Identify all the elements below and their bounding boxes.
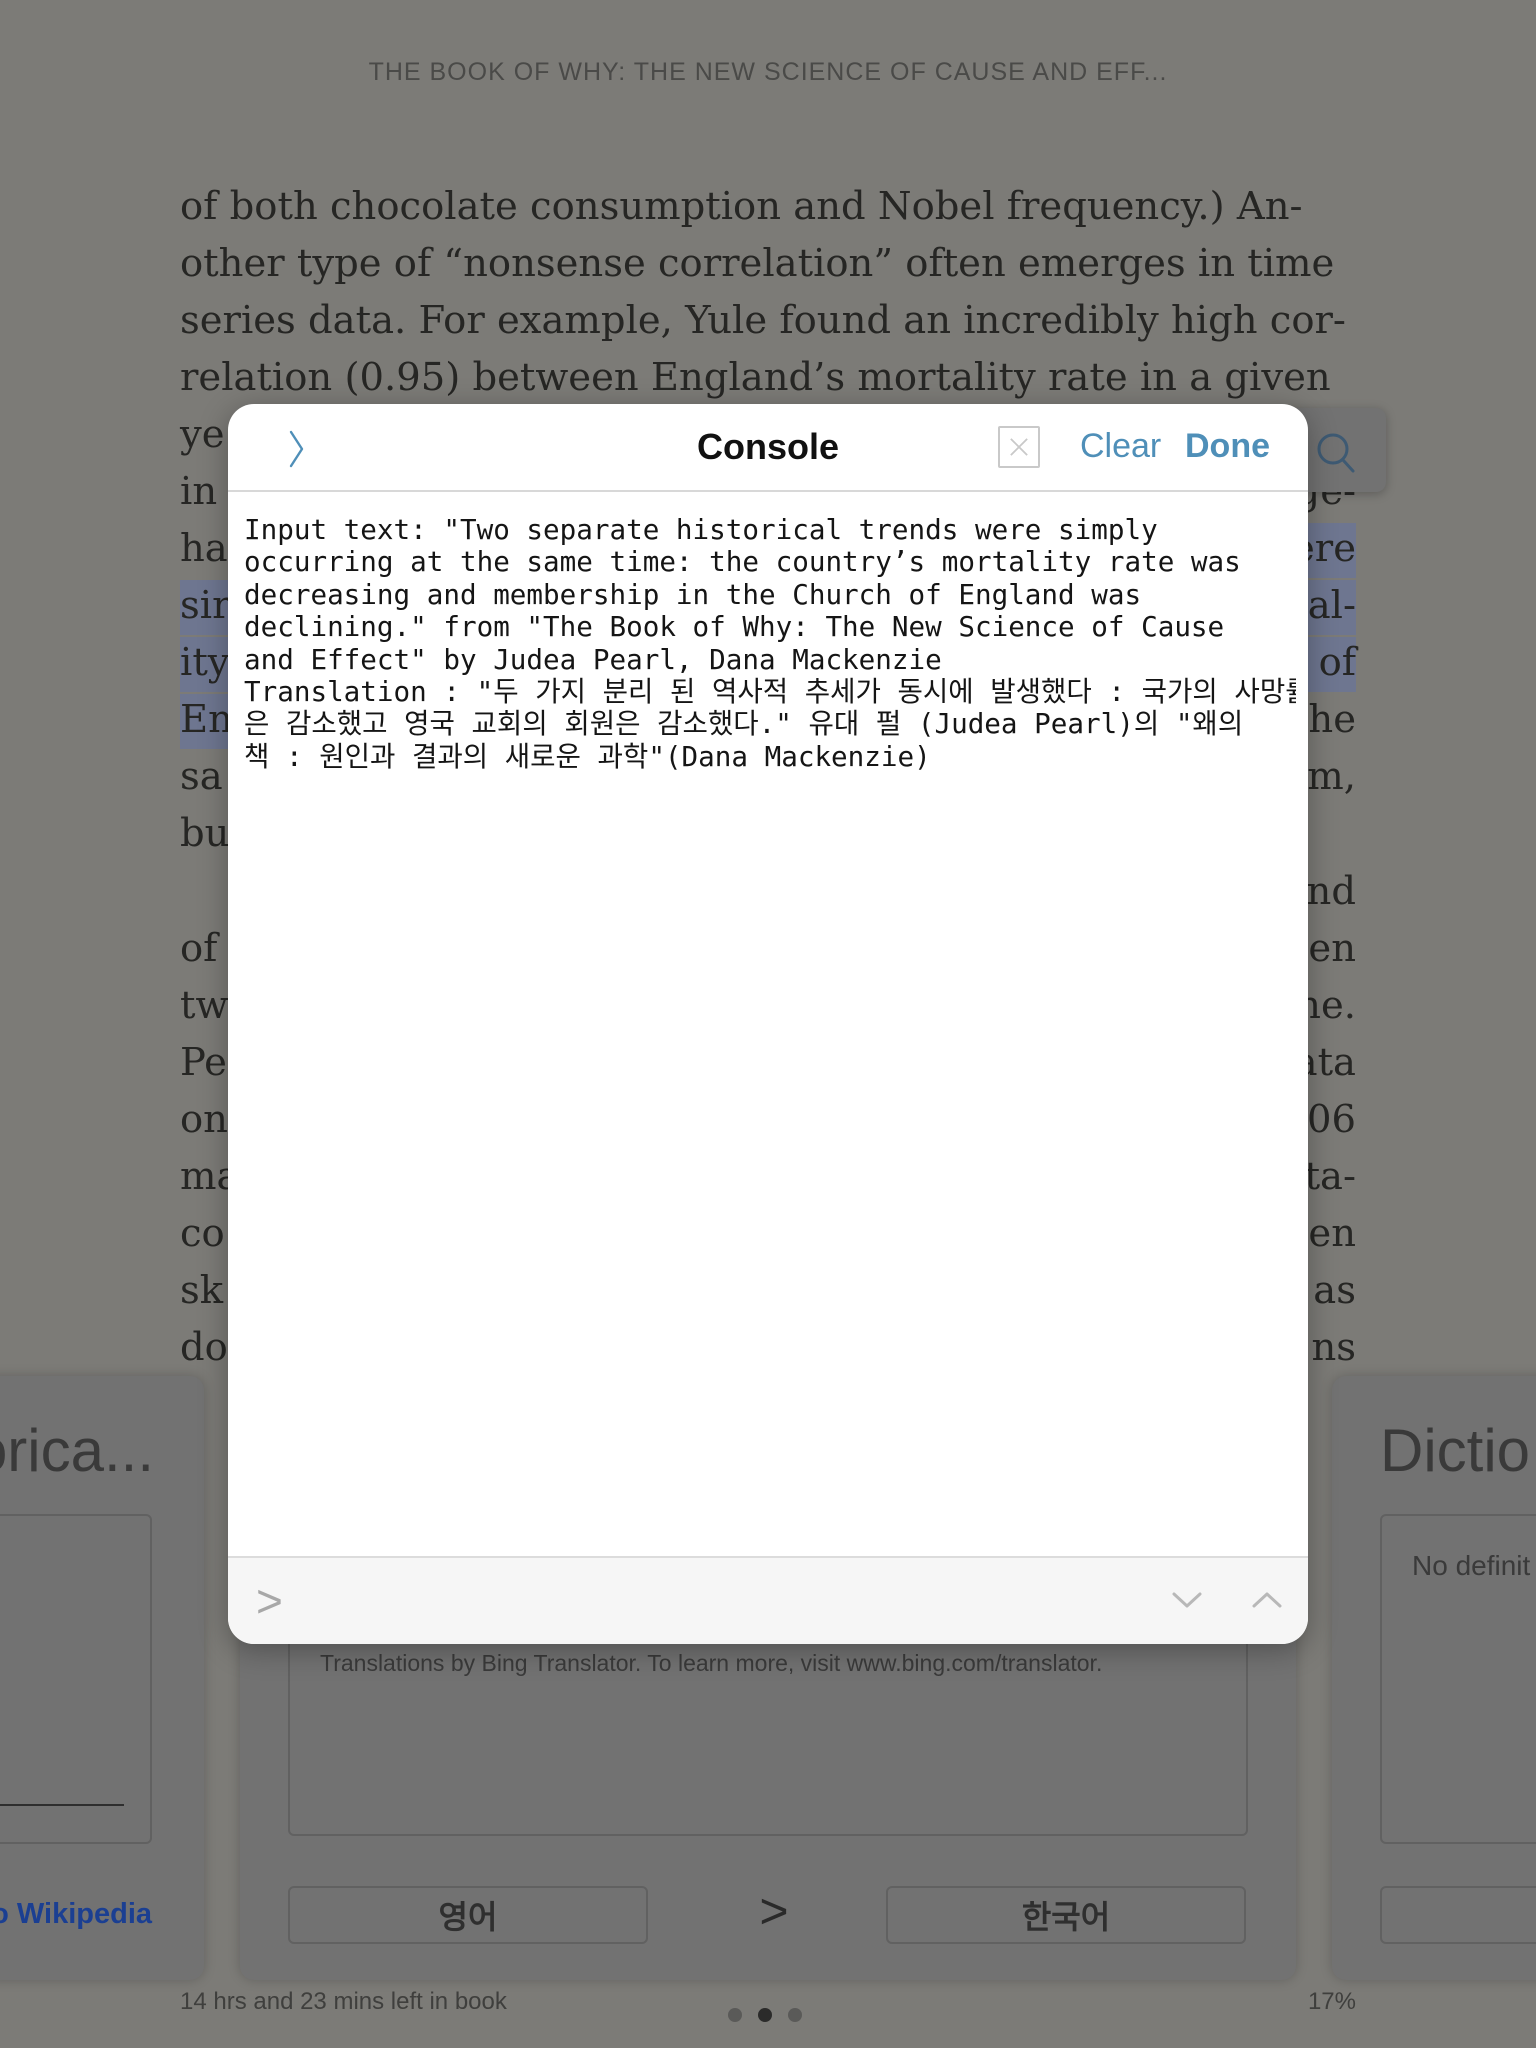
book-fragment: Pe [180, 1040, 227, 1085]
book-fragment: 06 [1307, 1097, 1356, 1142]
close-icon[interactable] [998, 426, 1040, 468]
book-fragment: al- [1307, 583, 1356, 628]
book-text-top: of both chocolate consumption and Nobel … [180, 178, 1356, 406]
console-output: Input text: "Two separate historical tre… [244, 514, 1296, 773]
book-fragment: en [1308, 926, 1356, 971]
book-line: series data. For example, Yule found an … [180, 298, 1346, 343]
book-fragment: of [1318, 640, 1356, 685]
book-fragment: ye [180, 412, 225, 457]
book-fragment: sk [180, 1268, 224, 1313]
book-fragment: ta- [1304, 1154, 1356, 1199]
divider [0, 1804, 124, 1806]
done-button[interactable]: Done [1185, 427, 1270, 466]
book-fragment: sa [180, 754, 223, 799]
book-fragment: he [1308, 697, 1356, 742]
translation-box: Translations by Bing Translator. To lear… [288, 1614, 1248, 1836]
book-title: THE BOOK OF WHY: THE NEW SCIENCE OF CAUS… [368, 58, 1168, 86]
chevron-down-icon[interactable] [1170, 1588, 1204, 1612]
book-line: other type of “nonsense correlation” oft… [180, 241, 1335, 286]
page-dot-active[interactable] [758, 2008, 772, 2022]
page-dot[interactable] [788, 2008, 802, 2022]
dictionary-card[interactable]: Dictio No definit [1332, 1376, 1536, 1980]
book-fragment: En [180, 697, 233, 742]
wikipedia-card[interactable]: orica... o Wikipedia [0, 1376, 204, 1980]
wikipedia-link[interactable]: o Wikipedia [0, 1898, 152, 1931]
source-language-button[interactable]: 영어 [288, 1886, 648, 1944]
book-fragment: tw [180, 983, 229, 1028]
book-fragment: in [180, 469, 218, 514]
prompt-icon: > [256, 1575, 283, 1627]
time-left-label: 14 hrs and 23 mins left in book [180, 1988, 507, 2015]
wikipedia-card-title: orica... [0, 1417, 154, 1484]
book-line: of both chocolate consumption and Nobel … [180, 184, 1303, 229]
book-fragment: do [180, 1325, 228, 1370]
book-fragment: of [180, 926, 218, 971]
search-icon [1317, 433, 1355, 473]
book-fragment: ha [180, 526, 228, 571]
book-fragment: as [1313, 1268, 1356, 1313]
book-fragment: nd [1306, 869, 1356, 914]
translation-credit: Translations by Bing Translator. To lear… [320, 1650, 1103, 1676]
book-line: relation (0.95) between England’s mortal… [180, 355, 1331, 400]
language-arrow: > [759, 1883, 789, 1939]
dictionary-card-button[interactable] [1380, 1886, 1536, 1944]
book-fragment: sir [180, 583, 231, 628]
dictionary-card-title: Dictio [1380, 1417, 1531, 1484]
book-fragment: en [1308, 1211, 1356, 1256]
dictionary-card-body: No definit [1380, 1514, 1536, 1844]
book-fragment: m, [1307, 754, 1356, 799]
page-dot[interactable] [728, 2008, 742, 2022]
book-fragment: bu [180, 811, 230, 856]
book-fragment: on [180, 1097, 228, 1142]
book-fragment: ns [1311, 1325, 1356, 1370]
page-indicator[interactable] [728, 2008, 802, 2022]
no-definition-text: No definit [1412, 1550, 1531, 1581]
progress-percent: 17% [1307, 1988, 1356, 2015]
book-fragment: ity [180, 640, 230, 685]
console-panel: Console Clear Done Input text: "Two sepa… [228, 404, 1308, 1644]
wikipedia-card-body [0, 1514, 152, 1844]
book-fragment: co [180, 1211, 225, 1256]
target-language-button[interactable]: 한국어 [886, 1886, 1246, 1944]
console-header: Console Clear Done [228, 404, 1308, 492]
chevron-up-icon[interactable] [1250, 1588, 1284, 1612]
console-input-bar[interactable]: > [228, 1556, 1308, 1644]
clear-button[interactable]: Clear [1080, 427, 1161, 466]
